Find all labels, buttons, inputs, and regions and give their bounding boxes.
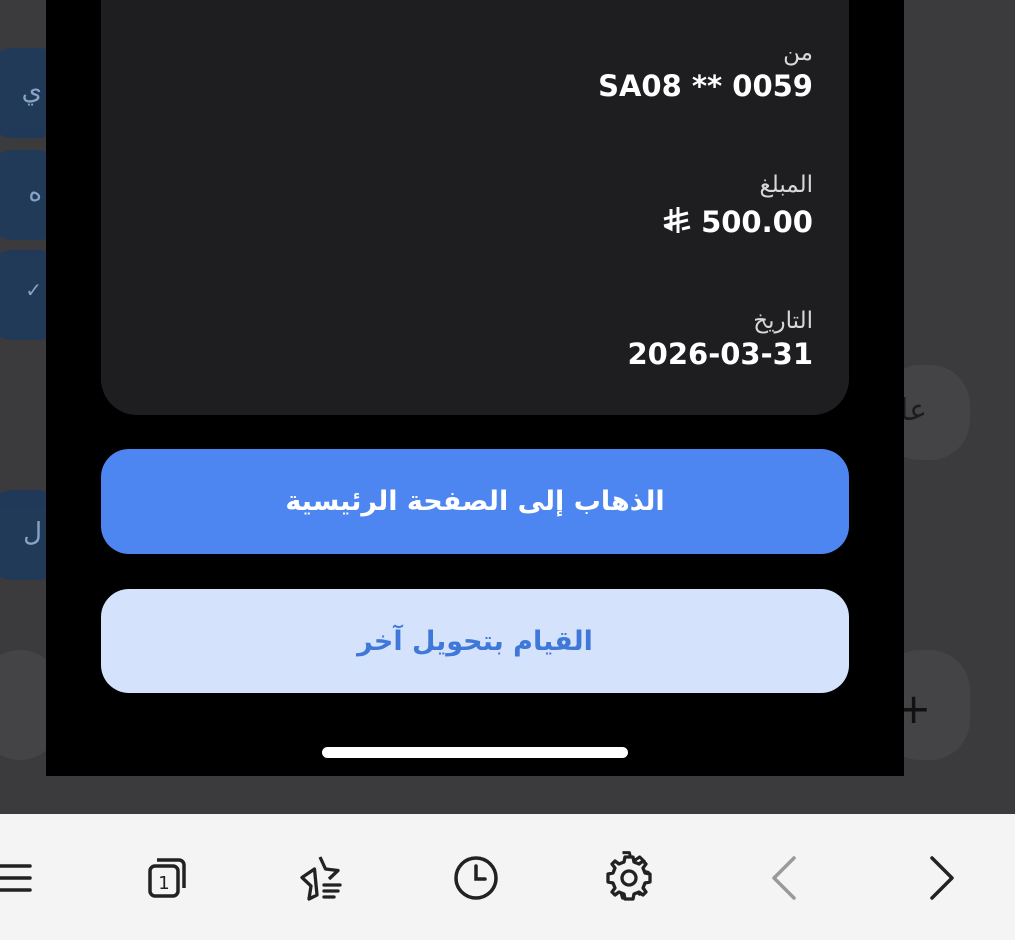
tabs-button[interactable]: 1 (135, 846, 199, 910)
go-home-button[interactable]: الذهاب إلى الصفحة الرئيسية (101, 449, 849, 554)
date-label: التاريخ (753, 308, 813, 334)
amount-field: المبلغ 500.00 (662, 170, 813, 240)
settings-icon (606, 851, 652, 901)
forward-button[interactable] (910, 846, 974, 910)
menu-button[interactable] (0, 846, 50, 910)
background-chip-text: ل (23, 518, 42, 548)
browser-toolbar: 1 (0, 814, 1015, 940)
amount-label: المبلغ (759, 172, 814, 198)
back-icon (772, 856, 796, 900)
menu-icon (0, 864, 32, 892)
new-transfer-button[interactable]: القيام بتحويل آخر (101, 589, 849, 693)
background-chip-text: ي (21, 76, 42, 106)
transfer-receipt-sheet: من SA08 ** 0059 المبلغ 500.00 التاريخ 20… (46, 0, 904, 776)
home-indicator[interactable] (322, 747, 628, 758)
tab-count: 1 (158, 873, 169, 894)
history-icon (454, 856, 498, 900)
tabs-icon: 1 (148, 858, 186, 898)
amount-value-row: 500.00 (662, 204, 813, 240)
riyal-icon (662, 205, 701, 239)
amount-value: 500.00 (701, 205, 813, 239)
background-chip-text: ه (28, 178, 42, 208)
receipt-card: من SA08 ** 0059 المبلغ 500.00 التاريخ 20… (101, 0, 849, 415)
from-value: SA08 ** 0059 (598, 69, 813, 103)
from-field: من SA08 ** 0059 (598, 38, 813, 104)
bookmarks-icon (300, 856, 342, 901)
background-partial-label: عا (900, 393, 928, 428)
bookmarks-button[interactable] (290, 846, 354, 910)
date-field: التاريخ 2026-03-31 (628, 306, 814, 372)
back-button[interactable] (752, 846, 816, 910)
settings-button[interactable] (597, 846, 661, 910)
date-value: 2026-03-31 (627, 337, 814, 371)
history-button[interactable] (444, 846, 508, 910)
forward-icon (930, 856, 954, 900)
from-label: من (783, 40, 813, 66)
